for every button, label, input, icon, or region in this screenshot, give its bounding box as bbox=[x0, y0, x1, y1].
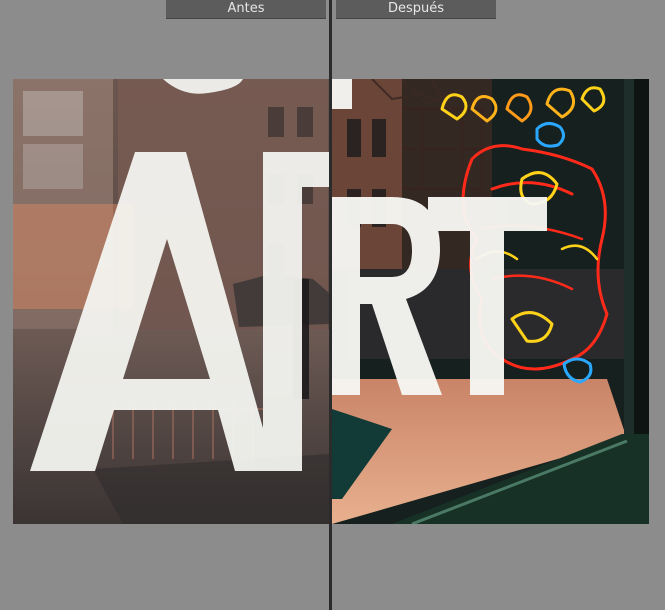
after-photo bbox=[332, 79, 649, 524]
before-photo bbox=[13, 79, 329, 524]
after-photo-svg bbox=[332, 79, 649, 524]
before-label: Antes bbox=[166, 0, 326, 19]
compare-divider-handle[interactable] bbox=[329, 0, 332, 610]
before-photo-svg bbox=[13, 79, 329, 524]
after-label: Después bbox=[336, 0, 496, 19]
